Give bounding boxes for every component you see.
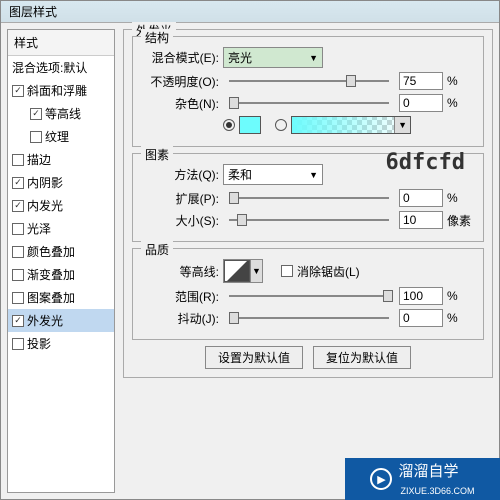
style-label: 内发光 — [27, 197, 63, 214]
style-item-6[interactable]: 光泽 — [8, 217, 114, 240]
style-item-3[interactable]: 描边 — [8, 148, 114, 171]
spread-slider[interactable] — [229, 190, 389, 206]
style-checkbox[interactable]: ✓ — [12, 85, 24, 97]
style-label: 斜面和浮雕 — [27, 82, 87, 99]
style-item-9[interactable]: 图案叠加 — [8, 286, 114, 309]
style-item-7[interactable]: 颜色叠加 — [8, 240, 114, 263]
style-checkbox[interactable] — [12, 246, 24, 258]
antialias-checkbox[interactable] — [281, 265, 293, 277]
right-panel: 外发光 结构 混合模式(E): 亮光 ▼ 不透明度(O): % — [123, 29, 493, 493]
range-label: 范围(R): — [141, 288, 219, 305]
style-label: 内阴影 — [27, 174, 63, 191]
pattern-group: 图素 6dfcfd 方法(Q): 柔和 ▼ 扩展(P): % — [132, 153, 484, 242]
style-checkbox[interactable]: ✓ — [12, 177, 24, 189]
range-slider[interactable] — [229, 288, 389, 304]
reset-default-button[interactable]: 复位为默认值 — [313, 346, 411, 369]
style-checkbox[interactable]: ✓ — [30, 108, 42, 120]
style-item-8[interactable]: 渐变叠加 — [8, 263, 114, 286]
style-label: 外发光 — [27, 312, 63, 329]
play-icon: ▶ — [370, 468, 392, 490]
size-input[interactable] — [399, 211, 443, 229]
contour-label: 等高线: — [141, 263, 219, 280]
quality-group: 品质 等高线: ▼ 消除锯齿(L) 范围(R): — [132, 248, 484, 340]
pattern-legend: 图素 — [141, 146, 173, 163]
noise-label: 杂色(N): — [141, 95, 219, 112]
chevron-down-icon: ▼ — [309, 53, 318, 63]
style-label: 纹理 — [45, 128, 69, 145]
style-item-4[interactable]: ✓内阴影 — [8, 171, 114, 194]
technique-label: 方法(Q): — [141, 166, 219, 183]
noise-slider[interactable] — [229, 95, 389, 111]
chevron-down-icon: ▼ — [309, 170, 318, 180]
set-default-button[interactable]: 设置为默认值 — [205, 346, 303, 369]
jitter-slider[interactable] — [229, 310, 389, 326]
quality-legend: 品质 — [141, 241, 173, 258]
style-checkbox[interactable] — [12, 154, 24, 166]
range-input[interactable] — [399, 287, 443, 305]
style-checkbox[interactable] — [30, 131, 42, 143]
dialog-title: 图层样式 — [9, 5, 57, 19]
solid-color-radio[interactable] — [223, 119, 235, 131]
styles-list: 样式 混合选项:默认 ✓斜面和浮雕✓等高线纹理描边✓内阴影✓内发光光泽颜色叠加渐… — [7, 29, 115, 493]
structure-group: 结构 混合模式(E): 亮光 ▼ 不透明度(O): % — [132, 36, 484, 147]
layer-style-dialog: 图层样式 样式 混合选项:默认 ✓斜面和浮雕✓等高线纹理描边✓内阴影✓内发光光泽… — [0, 0, 500, 500]
color-swatch[interactable] — [239, 116, 261, 134]
technique-combo[interactable]: 柔和 ▼ — [223, 164, 323, 185]
jitter-label: 抖动(J): — [141, 310, 219, 327]
noise-input[interactable] — [399, 94, 443, 112]
gradient-bar[interactable]: ▼ — [291, 116, 411, 134]
spread-input[interactable] — [399, 189, 443, 207]
blend-options-item[interactable]: 混合选项:默认 — [8, 56, 114, 79]
style-item-5[interactable]: ✓内发光 — [8, 194, 114, 217]
style-item-0[interactable]: ✓斜面和浮雕 — [8, 79, 114, 102]
style-label: 投影 — [27, 335, 51, 352]
blend-mode-label: 混合模式(E): — [141, 49, 219, 66]
opacity-input[interactable] — [399, 72, 443, 90]
style-label: 描边 — [27, 151, 51, 168]
style-checkbox[interactable] — [12, 223, 24, 235]
style-checkbox[interactable]: ✓ — [12, 315, 24, 327]
style-item-11[interactable]: 投影 — [8, 332, 114, 355]
opacity-label: 不透明度(O): — [141, 73, 219, 90]
style-label: 颜色叠加 — [27, 243, 75, 260]
style-item-1[interactable]: ✓等高线 — [8, 102, 114, 125]
chevron-down-icon: ▼ — [394, 117, 410, 133]
antialias-label: 消除锯齿(L) — [297, 263, 360, 280]
outer-glow-group: 外发光 结构 混合模式(E): 亮光 ▼ 不透明度(O): % — [123, 29, 493, 378]
style-label: 渐变叠加 — [27, 266, 75, 283]
style-checkbox[interactable] — [12, 269, 24, 281]
color-annotation: 6dfcfd — [386, 150, 465, 175]
style-checkbox[interactable] — [12, 338, 24, 350]
opacity-slider[interactable] — [229, 73, 389, 89]
style-label: 图案叠加 — [27, 289, 75, 306]
contour-thumb — [224, 260, 250, 282]
styles-header: 样式 — [8, 30, 114, 56]
titlebar: 图层样式 — [1, 1, 499, 23]
style-label: 等高线 — [45, 105, 81, 122]
structure-legend: 结构 — [141, 29, 173, 46]
size-label: 大小(S): — [141, 212, 219, 229]
watermark: ▶ 溜溜自学 ZIXUE.3D66.COM — [345, 458, 500, 500]
chevron-down-icon: ▼ — [250, 260, 262, 282]
style-item-2[interactable]: 纹理 — [8, 125, 114, 148]
size-slider[interactable] — [229, 212, 389, 228]
style-item-10[interactable]: ✓外发光 — [8, 309, 114, 332]
gradient-radio[interactable] — [275, 119, 287, 131]
style-checkbox[interactable]: ✓ — [12, 200, 24, 212]
blend-mode-combo[interactable]: 亮光 ▼ — [223, 47, 323, 68]
spread-label: 扩展(P): — [141, 190, 219, 207]
style-checkbox[interactable] — [12, 292, 24, 304]
jitter-input[interactable] — [399, 309, 443, 327]
style-label: 光泽 — [27, 220, 51, 237]
contour-picker[interactable]: ▼ — [223, 259, 263, 283]
